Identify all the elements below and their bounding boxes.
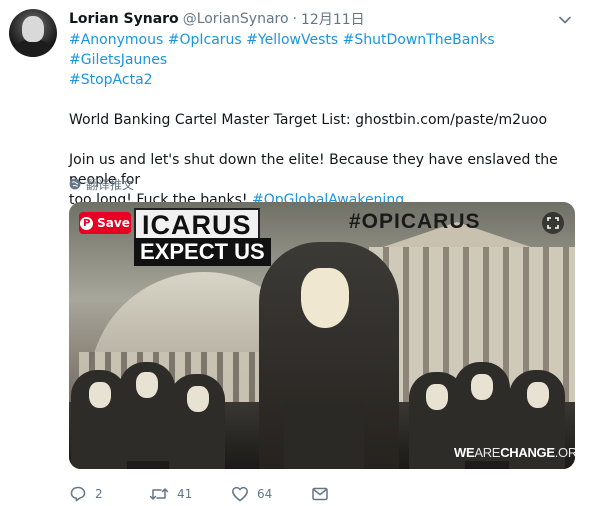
target-list-text: World Banking Cartel Master Target List: <box>69 112 356 128</box>
call-to-action-line-1: Join us and let's shut down the elite! B… <box>69 152 558 188</box>
avatar[interactable] <box>9 9 57 57</box>
envelope-icon <box>312 487 328 501</box>
tweet-media-image[interactable]: ICARUS EXPECT US #OPICARUS P Save WEAREC… <box>69 202 575 469</box>
hashtag-stopacta2[interactable]: #StopActa2 <box>69 72 153 88</box>
reply-button[interactable]: 2 <box>69 484 103 504</box>
hashtag-line-2: #StopActa2 <box>69 70 584 90</box>
direct-message-button[interactable] <box>311 484 337 504</box>
hashtag-line-1: #Anonymous #OpIcarus #YellowVests #ShutD… <box>69 30 584 70</box>
separator-dot: · <box>292 11 297 27</box>
tweet[interactable]: Lorian Synaro @LorianSynaro · 12月11日 #An… <box>0 0 601 506</box>
guy-fawkes-mask <box>89 382 111 408</box>
chevron-down-icon[interactable] <box>556 11 574 29</box>
retweet-count: 41 <box>177 487 193 501</box>
guy-fawkes-mask <box>136 372 158 398</box>
hashtag-giletsjaunes[interactable]: #GiletsJaunes <box>69 52 167 68</box>
reply-icon <box>70 486 86 502</box>
tweet-timestamp[interactable]: 12月11日 <box>301 9 365 29</box>
hashtag-anonymous[interactable]: #Anonymous <box>69 32 163 48</box>
user-handle[interactable]: @LorianSynaro <box>183 11 289 27</box>
hooded-figure-legs <box>284 402 364 469</box>
heart-icon <box>232 486 248 502</box>
translate-tweet-button[interactable]: 翻译推文 <box>69 175 134 193</box>
tweet-text: #Anonymous #OpIcarus #YellowVests #ShutD… <box>69 30 584 210</box>
retweet-icon <box>149 488 169 500</box>
user-name[interactable]: Lorian Synaro <box>69 11 179 27</box>
watermark-part: ARE <box>474 445 501 460</box>
watermark-part: CHANGE <box>500 445 555 460</box>
expand-icon-glyph <box>547 217 559 229</box>
opicarus-overlay-text: #OPICARUS <box>349 210 481 233</box>
like-count: 64 <box>257 487 273 501</box>
guy-fawkes-mask-main <box>301 268 349 328</box>
target-list-paragraph: World Banking Cartel Master Target List:… <box>69 110 584 130</box>
expand-icon[interactable] <box>542 212 564 234</box>
avatar-face-shape <box>22 16 44 42</box>
tweet-header: Lorian Synaro @LorianSynaro · 12月11日 <box>69 9 365 29</box>
icarus-title: ICARUS <box>134 208 260 242</box>
translate-label: 翻译推文 <box>86 177 135 192</box>
save-label: Save <box>97 216 130 230</box>
guy-fawkes-mask <box>527 382 549 408</box>
like-button[interactable]: 64 <box>231 484 272 504</box>
pinterest-save-button[interactable]: P Save <box>79 212 131 234</box>
hashtag-shutdownthebanks[interactable]: #ShutDownTheBanks <box>343 32 495 48</box>
expect-us-title: EXPECT US <box>134 238 271 266</box>
watermark-part: .ORG <box>554 445 575 460</box>
guy-fawkes-mask <box>471 374 493 400</box>
hashtag-yellowvests[interactable]: #YellowVests <box>246 32 338 48</box>
retweet-button[interactable]: 41 <box>149 484 192 504</box>
reply-count: 2 <box>95 487 103 501</box>
ghostbin-link[interactable]: ghostbin.com/paste/m2uoo <box>355 112 547 128</box>
guy-fawkes-mask <box>187 386 209 412</box>
hashtag-opicarus[interactable]: #OpIcarus <box>168 32 242 48</box>
globe-icon <box>69 178 81 190</box>
watermark-part: WE <box>454 445 475 460</box>
pinterest-icon: P <box>80 216 94 230</box>
guy-fawkes-mask <box>426 384 448 410</box>
wearechange-watermark: WEARECHANGE.ORG <box>454 445 575 460</box>
